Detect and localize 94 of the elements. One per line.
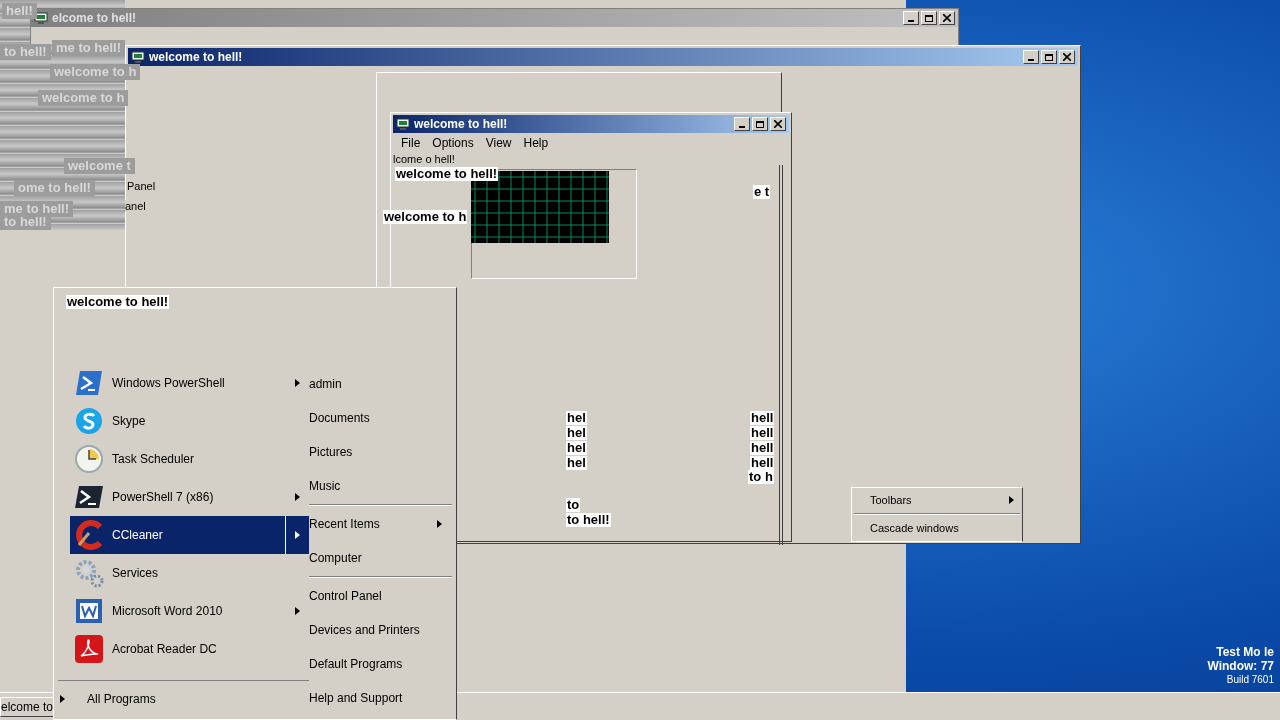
minimize-button[interactable] <box>903 11 919 25</box>
gears-icon <box>74 558 104 588</box>
maximize-button[interactable] <box>1041 50 1057 64</box>
place-item[interactable]: Pictures <box>309 435 452 469</box>
submenu-arrow-icon <box>295 531 300 539</box>
program-label: CCleaner <box>112 527 164 544</box>
submenu-arrow-icon <box>1009 496 1014 504</box>
glitch-text: hell <box>750 411 775 425</box>
place-item[interactable]: Help and Support <box>309 681 452 715</box>
program-item[interactable]: CCleaner <box>70 516 309 554</box>
submenu-arrow-icon <box>294 607 300 615</box>
glitch-text: to hell! <box>0 44 51 60</box>
close-button[interactable] <box>939 11 955 25</box>
glitch-text: hell <box>750 426 775 440</box>
glitch-text: hell <box>750 441 775 455</box>
minimize-button[interactable] <box>1023 50 1039 64</box>
glitch-text: lcome o hell! <box>393 153 455 165</box>
place-item[interactable]: Control Panel <box>309 579 452 613</box>
glitch-text: welcome to hell! <box>66 295 170 309</box>
broom-icon <box>73 519 105 551</box>
glitch-text: hel <box>566 441 587 455</box>
program-label: Skype <box>112 413 147 430</box>
glitch-text: e t <box>753 185 771 199</box>
program-label: PowerShell 7 (x86) <box>112 489 215 506</box>
desktop-info-text: Test Mo le <box>1216 645 1274 659</box>
place-item[interactable]: Music <box>309 469 452 503</box>
maximize-button[interactable] <box>752 117 768 131</box>
window-title: elcome to hell! <box>52 10 138 27</box>
context-menu-item[interactable]: Toolbars <box>852 490 1022 510</box>
submenu-arrow-icon <box>437 520 442 528</box>
submenu-arrow-icon <box>294 493 300 501</box>
program-item[interactable]: PowerShell 7 (x86) <box>70 478 309 516</box>
window-title: welcome to hell! <box>414 116 509 133</box>
chat-bubble-icon <box>74 406 104 436</box>
place-item[interactable]: Documents <box>309 401 452 435</box>
window-title: welcome to hell! <box>149 49 244 66</box>
close-icon <box>943 14 951 22</box>
close-button[interactable] <box>770 117 786 131</box>
program-label: Acrobat Reader DC <box>112 641 218 658</box>
program-item[interactable]: Acrobat Reader DC <box>70 630 309 668</box>
context-menu-item[interactable]: Cascade windows <box>852 518 1022 538</box>
glitch-text: hel <box>566 456 587 470</box>
program-item[interactable]: Task Scheduler <box>70 440 309 478</box>
desktop-info-text: Build 7601 <box>1226 673 1274 687</box>
glitch-text: to hell! <box>566 513 611 527</box>
glitch-text: me to hell! <box>52 40 125 56</box>
maximize-button[interactable] <box>921 11 937 25</box>
glitch-text: welcome to hell! <box>395 167 499 181</box>
place-item[interactable]: admin <box>309 367 452 401</box>
program-label: Task Scheduler <box>112 451 196 468</box>
menu-item[interactable]: Options <box>428 134 478 152</box>
glitch-text: hel <box>566 426 587 440</box>
minimize-button[interactable] <box>734 117 750 131</box>
terminal-icon <box>74 368 104 398</box>
monitor-icon <box>131 50 145 64</box>
glitch-text: to hell! <box>0 214 51 230</box>
glitch-text: welcome to h <box>383 210 468 224</box>
clock-icon <box>74 444 104 474</box>
place-item[interactable]: Devices and Printers <box>309 613 452 647</box>
place-item[interactable]: Computer <box>309 541 452 575</box>
program-label: Services <box>112 565 159 582</box>
close-icon <box>774 120 782 128</box>
glitch-text: to <box>566 498 581 512</box>
glitch-text: hel <box>566 411 587 425</box>
glitch-text: to h <box>748 470 774 484</box>
place-item[interactable]: Recent Items <box>309 507 452 541</box>
pdf-icon <box>74 634 104 664</box>
program-item[interactable]: Windows PowerShell <box>70 364 309 402</box>
glitch-text: welcome to h <box>50 64 141 80</box>
all-programs-item[interactable]: All Programs <box>60 689 309 709</box>
glitch-text: hell <box>750 456 775 470</box>
close-icon <box>1063 53 1071 61</box>
glitch-text: anel <box>125 200 146 212</box>
close-button[interactable] <box>1059 50 1075 64</box>
submenu-arrow-icon <box>60 695 65 703</box>
glitch-text: me to hell! <box>0 201 73 217</box>
desktop-info-text: Window: 77 <box>1207 659 1274 673</box>
menu-item[interactable]: View <box>481 134 516 152</box>
submenu-arrow-icon <box>294 379 300 387</box>
place-item[interactable]: Default Programs <box>309 647 452 681</box>
program-item[interactable]: Microsoft Word 2010 <box>70 592 309 630</box>
menu-item[interactable]: Help <box>519 134 553 152</box>
monitor-icon <box>396 117 410 131</box>
document-icon <box>74 596 104 626</box>
glitch-text: welcome t <box>64 158 135 174</box>
program-label: Windows PowerShell <box>112 375 226 392</box>
program-item[interactable]: Services <box>70 554 309 592</box>
program-label: Microsoft Word 2010 <box>112 603 224 620</box>
glitch-text: ome to hell! <box>14 180 95 196</box>
glitch-text: welcome to h <box>38 90 129 106</box>
glitch-text: hell! <box>2 3 37 19</box>
program-item[interactable]: Skype <box>70 402 309 440</box>
menu-item[interactable]: File <box>397 134 425 152</box>
glitch-text: Panel <box>127 180 156 192</box>
